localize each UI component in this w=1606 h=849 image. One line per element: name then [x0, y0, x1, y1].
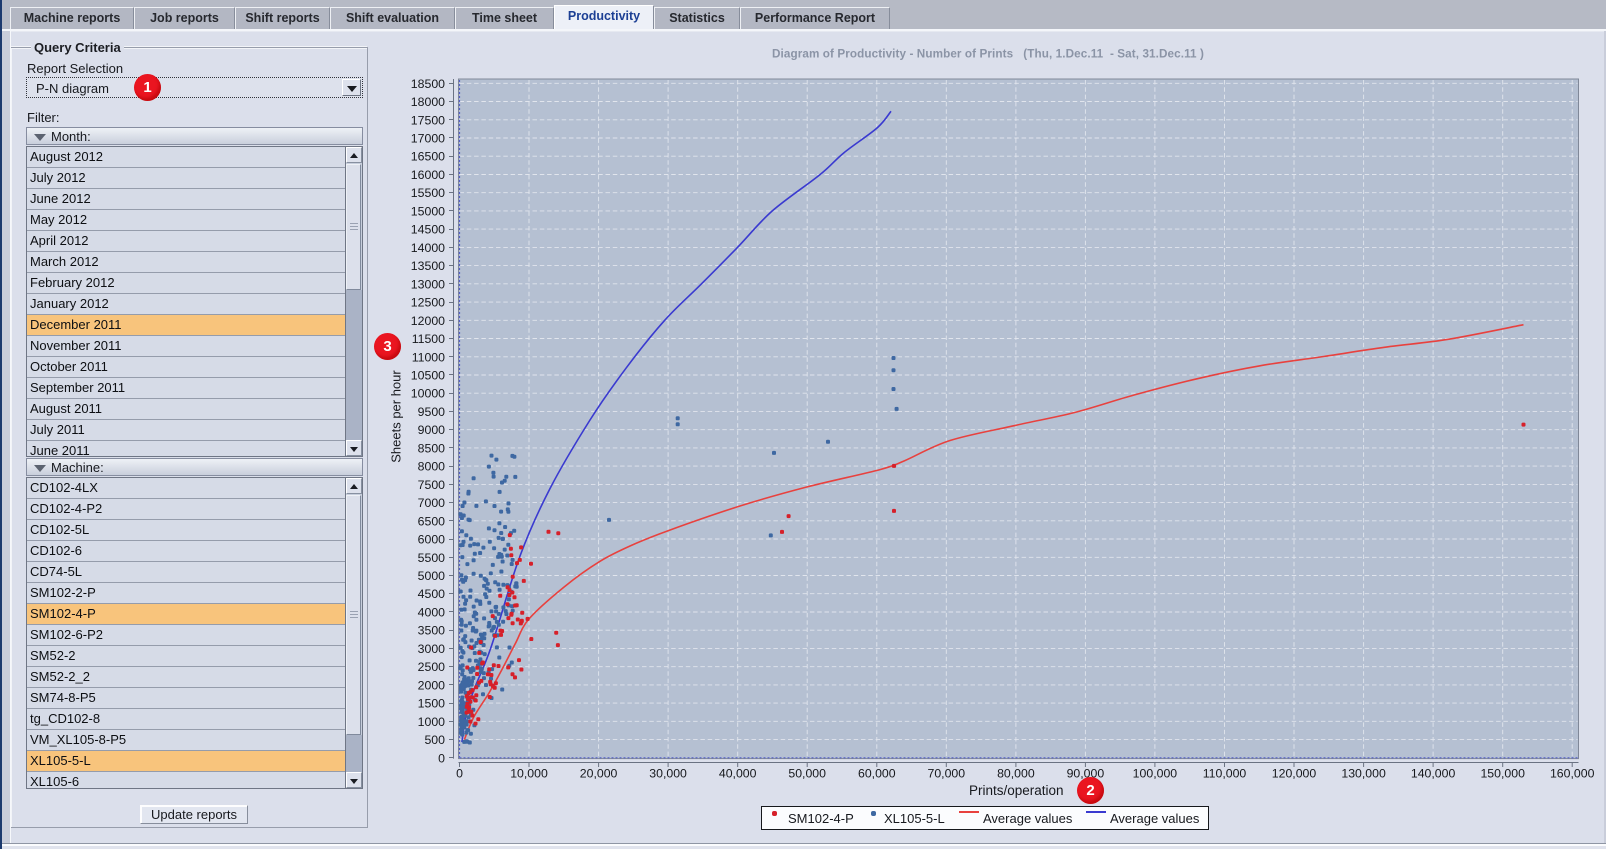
svg-text:130,000: 130,000 — [1341, 767, 1386, 781]
svg-text:2500: 2500 — [418, 660, 446, 674]
svg-text:160,000: 160,000 — [1550, 767, 1595, 781]
svg-text:6500: 6500 — [418, 514, 446, 528]
svg-text:8000: 8000 — [418, 460, 446, 474]
svg-text:13000: 13000 — [411, 277, 445, 291]
svg-text:9500: 9500 — [418, 405, 446, 419]
svg-text:110,000: 110,000 — [1203, 767, 1247, 781]
svg-text:1000: 1000 — [418, 715, 446, 729]
svg-text:14500: 14500 — [411, 223, 445, 237]
svg-text:12000: 12000 — [411, 314, 445, 328]
svg-text:16000: 16000 — [411, 168, 445, 182]
svg-text:60,000: 60,000 — [858, 767, 896, 781]
svg-text:20,000: 20,000 — [580, 767, 618, 781]
svg-text:4500: 4500 — [418, 587, 446, 601]
svg-text:120,000: 120,000 — [1272, 767, 1317, 781]
svg-text:13500: 13500 — [411, 259, 445, 273]
svg-text:5000: 5000 — [418, 569, 446, 583]
svg-text:15500: 15500 — [411, 186, 445, 200]
svg-text:10000: 10000 — [411, 387, 445, 401]
svg-text:100,000: 100,000 — [1133, 767, 1178, 781]
svg-text:15000: 15000 — [411, 204, 445, 218]
svg-text:5500: 5500 — [418, 551, 446, 565]
svg-text:17500: 17500 — [411, 113, 445, 127]
svg-text:17000: 17000 — [411, 132, 445, 146]
svg-text:4000: 4000 — [418, 606, 446, 620]
svg-text:6000: 6000 — [418, 533, 446, 547]
svg-text:70,000: 70,000 — [927, 767, 965, 781]
svg-text:10,000: 10,000 — [510, 767, 548, 781]
svg-text:8500: 8500 — [418, 441, 446, 455]
svg-text:Diagram of Productivity - Numb: Diagram of Productivity - Number of Prin… — [772, 48, 1204, 61]
svg-text:40,000: 40,000 — [719, 767, 757, 781]
svg-text:11000: 11000 — [412, 350, 445, 364]
svg-text:140,000: 140,000 — [1411, 767, 1456, 781]
svg-text:16500: 16500 — [411, 150, 445, 164]
svg-text:3000: 3000 — [418, 642, 446, 656]
svg-text:10500: 10500 — [411, 369, 445, 383]
svg-text:7000: 7000 — [418, 496, 446, 510]
svg-text:12500: 12500 — [411, 296, 445, 310]
svg-text:1500: 1500 — [418, 697, 446, 711]
svg-text:9000: 9000 — [418, 423, 446, 437]
svg-text:18500: 18500 — [411, 77, 445, 91]
svg-text:0: 0 — [456, 767, 463, 781]
svg-text:80,000: 80,000 — [997, 767, 1035, 781]
svg-text:500: 500 — [424, 733, 445, 747]
svg-text:7500: 7500 — [418, 478, 446, 492]
svg-text:3500: 3500 — [418, 624, 446, 638]
svg-text:150,000: 150,000 — [1480, 767, 1525, 781]
svg-text:18000: 18000 — [411, 95, 445, 109]
svg-text:0: 0 — [438, 751, 445, 765]
svg-text:14000: 14000 — [411, 241, 445, 255]
svg-text:2000: 2000 — [418, 678, 446, 692]
svg-text:30,000: 30,000 — [649, 767, 687, 781]
svg-text:11500: 11500 — [412, 332, 445, 346]
svg-text:50,000: 50,000 — [788, 767, 826, 781]
